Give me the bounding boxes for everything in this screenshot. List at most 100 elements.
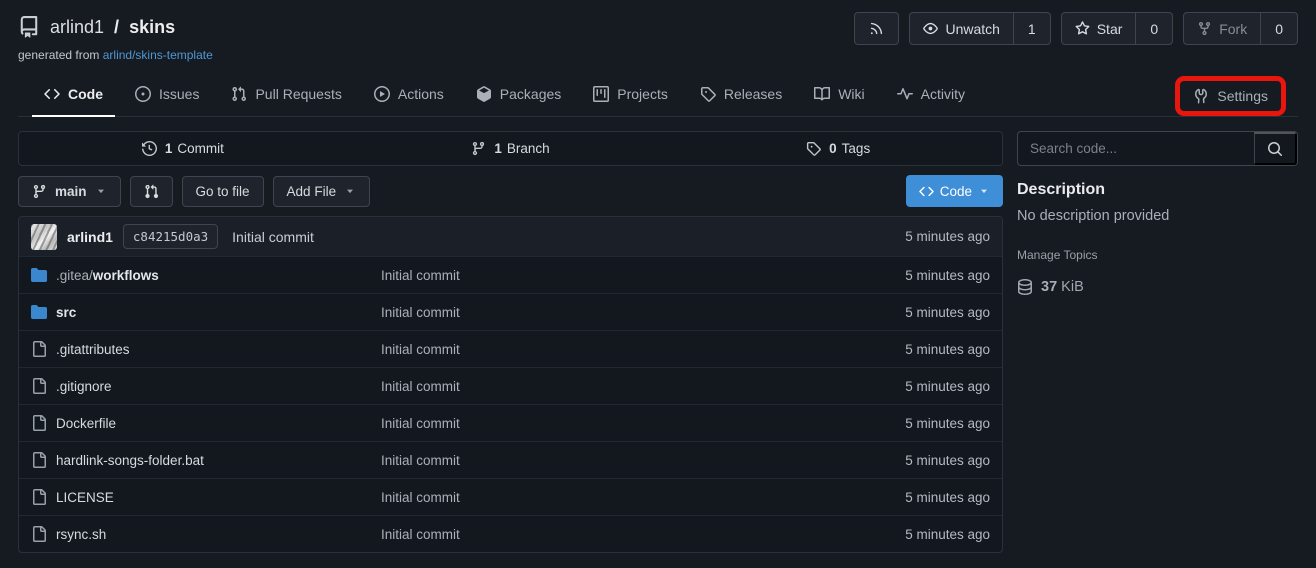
repo-tabs: Code Issues Pull Requests Actions Packag… xyxy=(18,71,1298,117)
table-row: src Initial commit 5 minutes ago xyxy=(19,293,1002,330)
search-input[interactable] xyxy=(1018,132,1254,165)
table-row: .gitattributes Initial commit 5 minutes … xyxy=(19,330,1002,367)
compare-button[interactable] xyxy=(130,176,173,207)
tag-icon xyxy=(806,141,821,156)
file-link[interactable]: .gitattributes xyxy=(31,341,381,357)
table-row: rsync.sh Initial commit 5 minutes ago xyxy=(19,515,1002,552)
file-link[interactable]: .gitea/workflows xyxy=(31,267,381,283)
file-commit-message[interactable]: Initial commit xyxy=(381,379,905,394)
star-icon xyxy=(1075,21,1090,36)
repo-name-link[interactable]: skins xyxy=(129,17,175,38)
code-download-button[interactable]: Code xyxy=(906,175,1003,207)
tab-actions[interactable]: Actions xyxy=(360,71,458,116)
manage-topics-link[interactable]: Manage Topics xyxy=(1017,248,1298,262)
file-link[interactable]: rsync.sh xyxy=(31,526,381,542)
file-commit-message[interactable]: Initial commit xyxy=(381,527,905,542)
branch-count: 1 xyxy=(494,141,502,156)
fork-group: Fork 0 xyxy=(1183,12,1298,45)
tab-activity[interactable]: Activity xyxy=(883,71,979,116)
tab-packages-label: Packages xyxy=(500,86,561,102)
project-icon xyxy=(593,86,609,102)
tab-pull-requests[interactable]: Pull Requests xyxy=(217,71,355,116)
file-icon xyxy=(31,526,47,542)
generated-from-template-link[interactable]: arlind/skins-template xyxy=(103,48,213,62)
unwatch-label: Unwatch xyxy=(945,21,999,37)
file-commit-message[interactable]: Initial commit xyxy=(381,305,905,320)
fork-button[interactable]: Fork xyxy=(1184,13,1260,44)
search-icon xyxy=(1267,141,1283,157)
search-button[interactable] xyxy=(1254,132,1297,165)
add-file-button[interactable]: Add File xyxy=(273,176,371,207)
git-branch-icon xyxy=(471,141,486,156)
repo-sidebar: Description No description provided Mana… xyxy=(1017,131,1298,553)
chevron-down-icon xyxy=(344,185,356,197)
chevron-down-icon xyxy=(95,185,107,197)
star-button[interactable]: Star xyxy=(1062,13,1136,44)
go-to-file-button[interactable]: Go to file xyxy=(182,176,264,207)
rss-icon xyxy=(869,21,884,36)
latest-commit-row: arlind1 c84215d0a3 Initial commit 5 minu… xyxy=(19,217,1002,256)
pulse-icon xyxy=(897,86,913,102)
tag-count: 0 xyxy=(829,141,837,156)
tab-settings[interactable]: Settings xyxy=(1180,81,1281,111)
commit-time: 5 minutes ago xyxy=(905,229,990,244)
tags-stat[interactable]: 0 Tags xyxy=(674,132,1002,165)
commit-message-link[interactable]: Initial commit xyxy=(232,229,314,245)
description-text: No description provided xyxy=(1017,208,1298,224)
file-icon xyxy=(31,452,47,468)
file-link[interactable]: LICENSE xyxy=(31,489,381,505)
play-icon xyxy=(374,86,390,102)
file-icon xyxy=(31,489,47,505)
tab-activity-label: Activity xyxy=(921,86,965,102)
code-icon xyxy=(919,184,934,199)
table-row: Dockerfile Initial commit 5 minutes ago xyxy=(19,404,1002,441)
eye-icon xyxy=(923,21,938,36)
watch-group: Unwatch 1 xyxy=(909,12,1050,45)
repo-size: 37 KiB xyxy=(1017,279,1298,295)
code-search-box xyxy=(1017,131,1298,166)
rss-button[interactable] xyxy=(854,12,899,45)
fork-count[interactable]: 0 xyxy=(1260,13,1297,44)
tab-releases[interactable]: Releases xyxy=(686,71,796,116)
file-table: arlind1 c84215d0a3 Initial commit 5 minu… xyxy=(18,216,1003,553)
watch-count[interactable]: 1 xyxy=(1013,13,1050,44)
commit-hash-chip[interactable]: c84215d0a3 xyxy=(123,224,218,249)
repo-owner-link[interactable]: arlind1 xyxy=(50,17,104,38)
file-commit-message[interactable]: Initial commit xyxy=(381,268,905,283)
file-icon xyxy=(31,378,47,394)
file-commit-message[interactable]: Initial commit xyxy=(381,416,905,431)
generated-from: generated from arlind/skins-template xyxy=(18,48,213,62)
description-title: Description xyxy=(1017,181,1298,199)
repo-title-separator: / xyxy=(114,17,119,38)
generated-from-prefix: generated from xyxy=(18,48,99,62)
file-commit-message[interactable]: Initial commit xyxy=(381,453,905,468)
file-commit-message[interactable]: Initial commit xyxy=(381,490,905,505)
tab-projects[interactable]: Projects xyxy=(579,71,682,116)
tab-wiki[interactable]: Wiki xyxy=(800,71,878,116)
table-row: .gitea/workflows Initial commit 5 minute… xyxy=(19,256,1002,293)
unwatch-button[interactable]: Unwatch xyxy=(910,13,1012,44)
avatar[interactable] xyxy=(31,224,57,250)
git-compare-icon xyxy=(144,184,159,199)
file-commit-message[interactable]: Initial commit xyxy=(381,342,905,357)
repo-stats-bar: 1 Commit 1 Branch 0 Tags xyxy=(18,131,1003,166)
tab-code[interactable]: Code xyxy=(30,71,117,116)
settings-highlight-annotation: Settings xyxy=(1175,76,1286,116)
file-link[interactable]: src xyxy=(31,304,381,320)
star-count[interactable]: 0 xyxy=(1135,13,1172,44)
file-link[interactable]: Dockerfile xyxy=(31,415,381,431)
file-link[interactable]: .gitignore xyxy=(31,378,381,394)
branches-stat[interactable]: 1 Branch xyxy=(347,132,675,165)
tab-packages[interactable]: Packages xyxy=(462,71,575,116)
branch-selector[interactable]: main xyxy=(18,176,121,207)
file-commit-time: 5 minutes ago xyxy=(905,305,990,320)
commits-stat[interactable]: 1 Commit xyxy=(19,132,347,165)
file-icon xyxy=(31,415,47,431)
database-icon xyxy=(1017,279,1033,295)
chevron-down-icon xyxy=(978,185,990,197)
file-link[interactable]: hardlink-songs-folder.bat xyxy=(31,452,381,468)
tab-issues[interactable]: Issues xyxy=(121,71,213,116)
commit-author-link[interactable]: arlind1 xyxy=(67,229,113,245)
repo-header: arlind1 / skins generated from arlind/sk… xyxy=(0,0,1316,117)
file-icon xyxy=(31,341,47,357)
